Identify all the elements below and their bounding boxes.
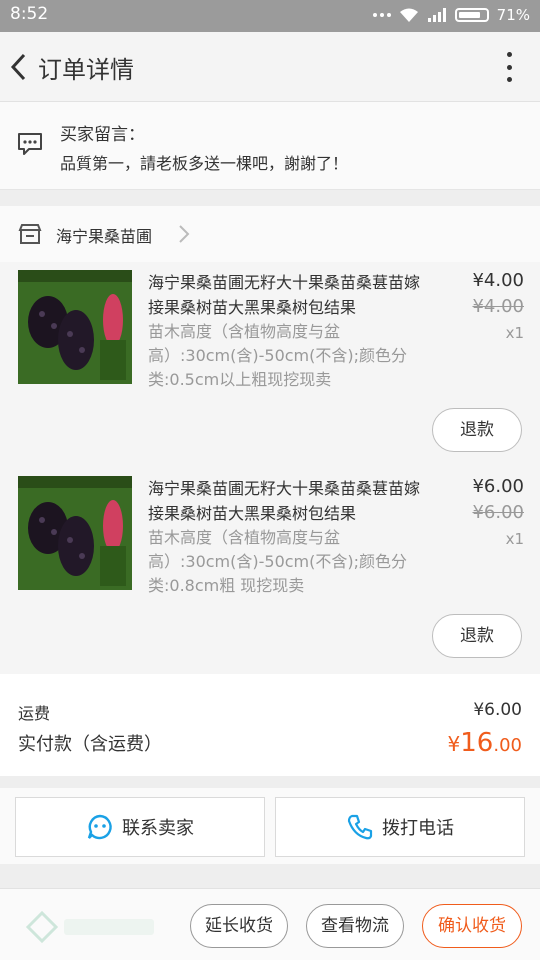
refund-button[interactable]: 退款 <box>432 614 522 658</box>
battery-icon <box>454 8 489 22</box>
order-totals: 运费 ¥6.00 实付款（含运费） ¥16.00 <box>0 674 540 776</box>
order-item[interactable]: 海宁果桑苗圃无籽大十果桑苗桑葚苗嫁接果桑树苗大黑果桑树包结果 苗木高度（含植物高… <box>0 262 540 468</box>
chat-bubble-icon <box>87 814 112 840</box>
chevron-right-icon <box>179 225 190 243</box>
message-icon <box>18 133 42 155</box>
product-price: ¥4.00 <box>472 270 524 291</box>
product-title: 海宁果桑苗圃无籽大十果桑苗桑葚苗嫁接果桑树苗大黑果桑树包结果 <box>148 479 421 523</box>
view-logistics-button[interactable]: 查看物流 <box>306 904 404 948</box>
status-indicators: 71% <box>372 6 530 24</box>
product-quantity: x1 <box>505 324 524 342</box>
product-original-price: ¥4.00 <box>472 296 524 317</box>
call-phone-label: 拨打电话 <box>382 818 454 839</box>
watermark-logo-icon <box>25 910 154 944</box>
battery-percent: 71% <box>496 6 530 24</box>
contact-seller-button[interactable]: 联系卖家 <box>15 797 265 857</box>
buyer-note-label: 买家留言： <box>60 125 145 145</box>
order-item[interactable]: 海宁果桑苗圃无籽大十果桑苗桑葚苗嫁接果桑树苗大黑果桑树包结果 苗木高度（含植物高… <box>0 468 540 674</box>
shop-name: 海宁果桑苗圃 <box>56 227 153 246</box>
contact-seller-label: 联系卖家 <box>122 818 194 839</box>
paid-label: 实付款（含运费） <box>18 734 162 755</box>
refund-button[interactable]: 退款 <box>432 408 522 452</box>
shipping-value: ¥6.00 <box>473 700 522 720</box>
phone-icon <box>347 814 373 840</box>
wifi-icon <box>399 8 418 22</box>
product-quantity: x1 <box>505 530 524 548</box>
shop-row[interactable]: 海宁果桑苗圃 <box>0 206 540 262</box>
paid-decimal: .00 <box>493 735 522 756</box>
product-spec: 苗木高度（含植物高度与盆高）:30cm(含)-50cm(不含);颜色分类:0.8… <box>148 528 408 595</box>
paid-currency: ¥ <box>447 732 461 756</box>
shipping-label: 运费 <box>18 704 51 723</box>
signal-icon <box>427 8 446 22</box>
buyer-note-section: 买家留言： 品質第一，請老板多送一棵吧，謝謝了！ <box>0 102 540 190</box>
product-price: ¥6.00 <box>472 476 524 497</box>
product-original-price: ¥6.00 <box>472 502 524 523</box>
product-thumbnail <box>18 476 132 590</box>
page-title: 订单详情 <box>38 56 134 84</box>
paid-amount: ¥16.00 <box>448 728 522 758</box>
status-time: 8:52 <box>10 4 49 24</box>
product-spec: 苗木高度（含植物高度与盆高）:30cm(含)-50cm(不含);颜色分类:0.5… <box>148 322 408 389</box>
confirm-receipt-button[interactable]: 确认收货 <box>422 904 522 948</box>
more-options-icon[interactable] <box>502 52 516 82</box>
status-bar: 8:52 71% <box>0 0 540 32</box>
notification-dots-icon <box>372 13 391 17</box>
back-arrow-icon[interactable] <box>6 50 34 84</box>
store-icon <box>18 224 42 244</box>
call-phone-button[interactable]: 拨打电话 <box>275 797 525 857</box>
product-title: 海宁果桑苗圃无籽大十果桑苗桑葚苗嫁接果桑树苗大黑果桑树包结果 <box>148 273 421 317</box>
buyer-note-text: 品質第一，請老板多送一棵吧，謝謝了！ <box>60 154 349 173</box>
contact-section: 联系卖家 拨打电话 <box>0 788 540 864</box>
bottom-action-bar: 延长收货 查看物流 确认收货 <box>0 888 540 960</box>
paid-integer: 16 <box>460 728 494 758</box>
nav-bar: 订单详情 <box>0 32 540 102</box>
product-thumbnail <box>18 270 132 384</box>
extend-receipt-button[interactable]: 延长收货 <box>190 904 288 948</box>
